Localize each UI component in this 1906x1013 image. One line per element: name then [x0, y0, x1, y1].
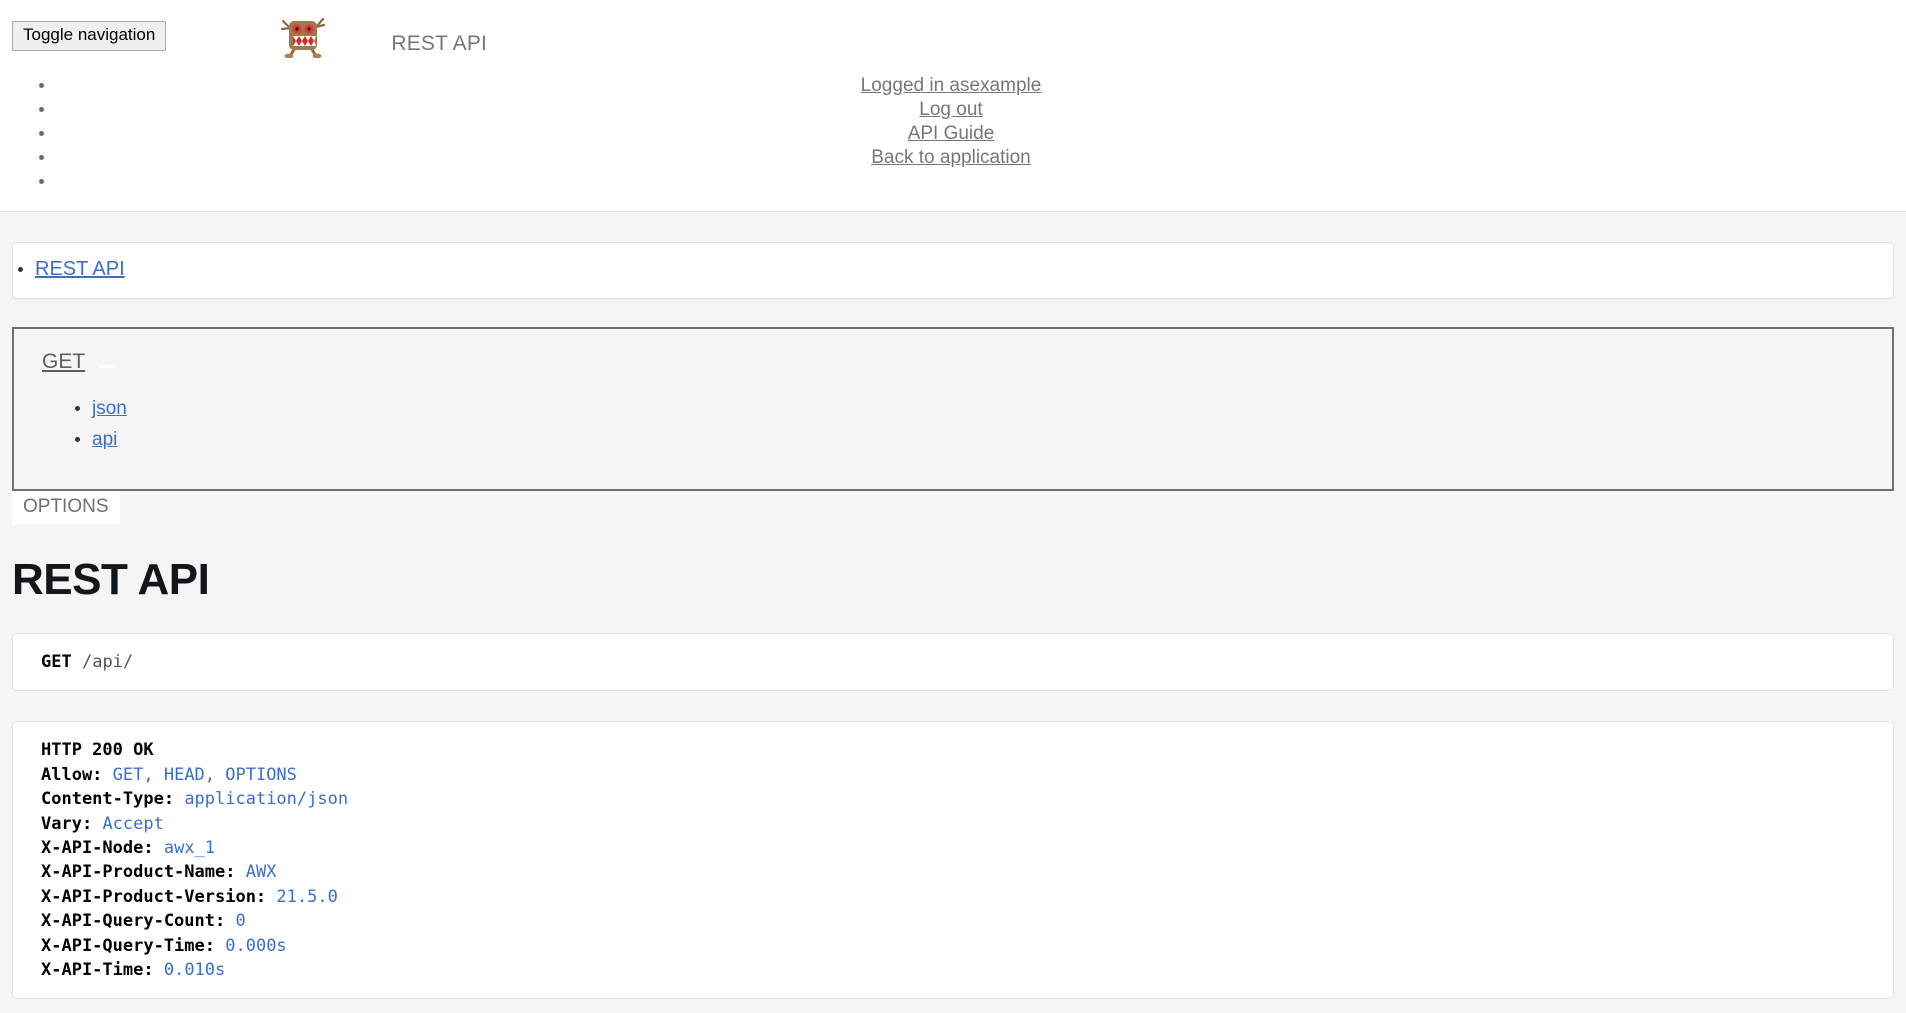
breadcrumb-link-rest-api[interactable]: REST API [35, 258, 125, 280]
toggle-navigation-button[interactable]: Toggle navigation [12, 21, 167, 51]
nav-item: Log out [56, 98, 1906, 122]
response-header-value: GET, HEAD, OPTIONS [112, 764, 297, 785]
response-header-name: X-API-Query-Time: [41, 935, 215, 956]
response-header-value: 0 [235, 911, 246, 932]
nav-item: API Guide [56, 122, 1906, 146]
response-header-value: application/json [184, 789, 349, 810]
response-headers: HTTP 200 OK Allow: GET, HEAD, OPTIONS Co… [13, 738, 1893, 982]
breadcrumb: REST API [12, 242, 1894, 299]
response-header-value: AWX [245, 862, 277, 883]
response-header-name: X-API-Node: [41, 838, 154, 859]
options-button[interactable]: OPTIONS [12, 491, 120, 525]
nav-item: Back to application [56, 146, 1906, 170]
list-item: api [92, 424, 1892, 455]
response-header-name: X-API-Query-Count: [41, 911, 226, 932]
response-header-name: Content-Type: [41, 789, 175, 810]
request-format-panel: GET json api [12, 327, 1894, 491]
nav-link-api-guide[interactable]: API Guide [56, 122, 1846, 146]
breadcrumb-list: REST API [13, 249, 1893, 290]
nav-item-empty [56, 170, 1906, 192]
response-panel: HTTP 200 OK Allow: GET, HEAD, OPTIONS Co… [12, 721, 1894, 1000]
caret-down-icon[interactable] [99, 364, 116, 368]
response-header-value: 0.000s [225, 935, 287, 956]
breadcrumb-item: REST API [35, 249, 1893, 290]
response-header-name: Vary: [41, 813, 93, 834]
response-header-value: Accept [102, 813, 164, 834]
response-header-name: Allow: [41, 764, 103, 785]
get-dropdown-row: GET [14, 345, 1892, 379]
navbar-brand-title[interactable]: REST API [391, 32, 487, 56]
response-header-value: 0.010s [163, 960, 226, 981]
awx-domo-mascot-logo-icon[interactable] [281, 12, 326, 59]
request-line: GET /api/ [13, 650, 1893, 674]
request-path: /api/ [81, 651, 134, 672]
request-panel: GET /api/ [12, 632, 1894, 692]
response-header-name: X-API-Time: [41, 960, 154, 981]
nav-link-back-to-application[interactable]: Back to application [56, 146, 1846, 170]
navbar-header: Toggle navigation REST API [0, 0, 1906, 60]
nav-link-log-out[interactable]: Log out [56, 98, 1846, 122]
top-navbar: Toggle navigation REST API • Logged in a… [0, 0, 1906, 212]
response-header-name: X-API-Product-Version: [41, 886, 267, 907]
page-title: REST API [12, 554, 210, 604]
format-links-list: json api [14, 393, 1892, 455]
response-status-line: HTTP 200 OK [41, 740, 154, 761]
nav-link-logged-in-as[interactable]: Logged in asexample [56, 74, 1846, 98]
nav-item: Logged in asexample [56, 74, 1906, 98]
response-header-value: awx_1 [163, 838, 216, 859]
get-method-button[interactable]: GET [42, 350, 85, 374]
list-item: json [92, 393, 1892, 424]
format-link-api[interactable]: api [92, 429, 117, 450]
request-method: GET [41, 651, 72, 672]
response-header-name: X-API-Product-Name: [41, 862, 236, 883]
response-header-value: 21.5.0 [276, 886, 338, 907]
navbar-links-list: Logged in asexample Log out API Guide Ba… [0, 74, 1906, 192]
format-link-json[interactable]: json [92, 398, 127, 419]
